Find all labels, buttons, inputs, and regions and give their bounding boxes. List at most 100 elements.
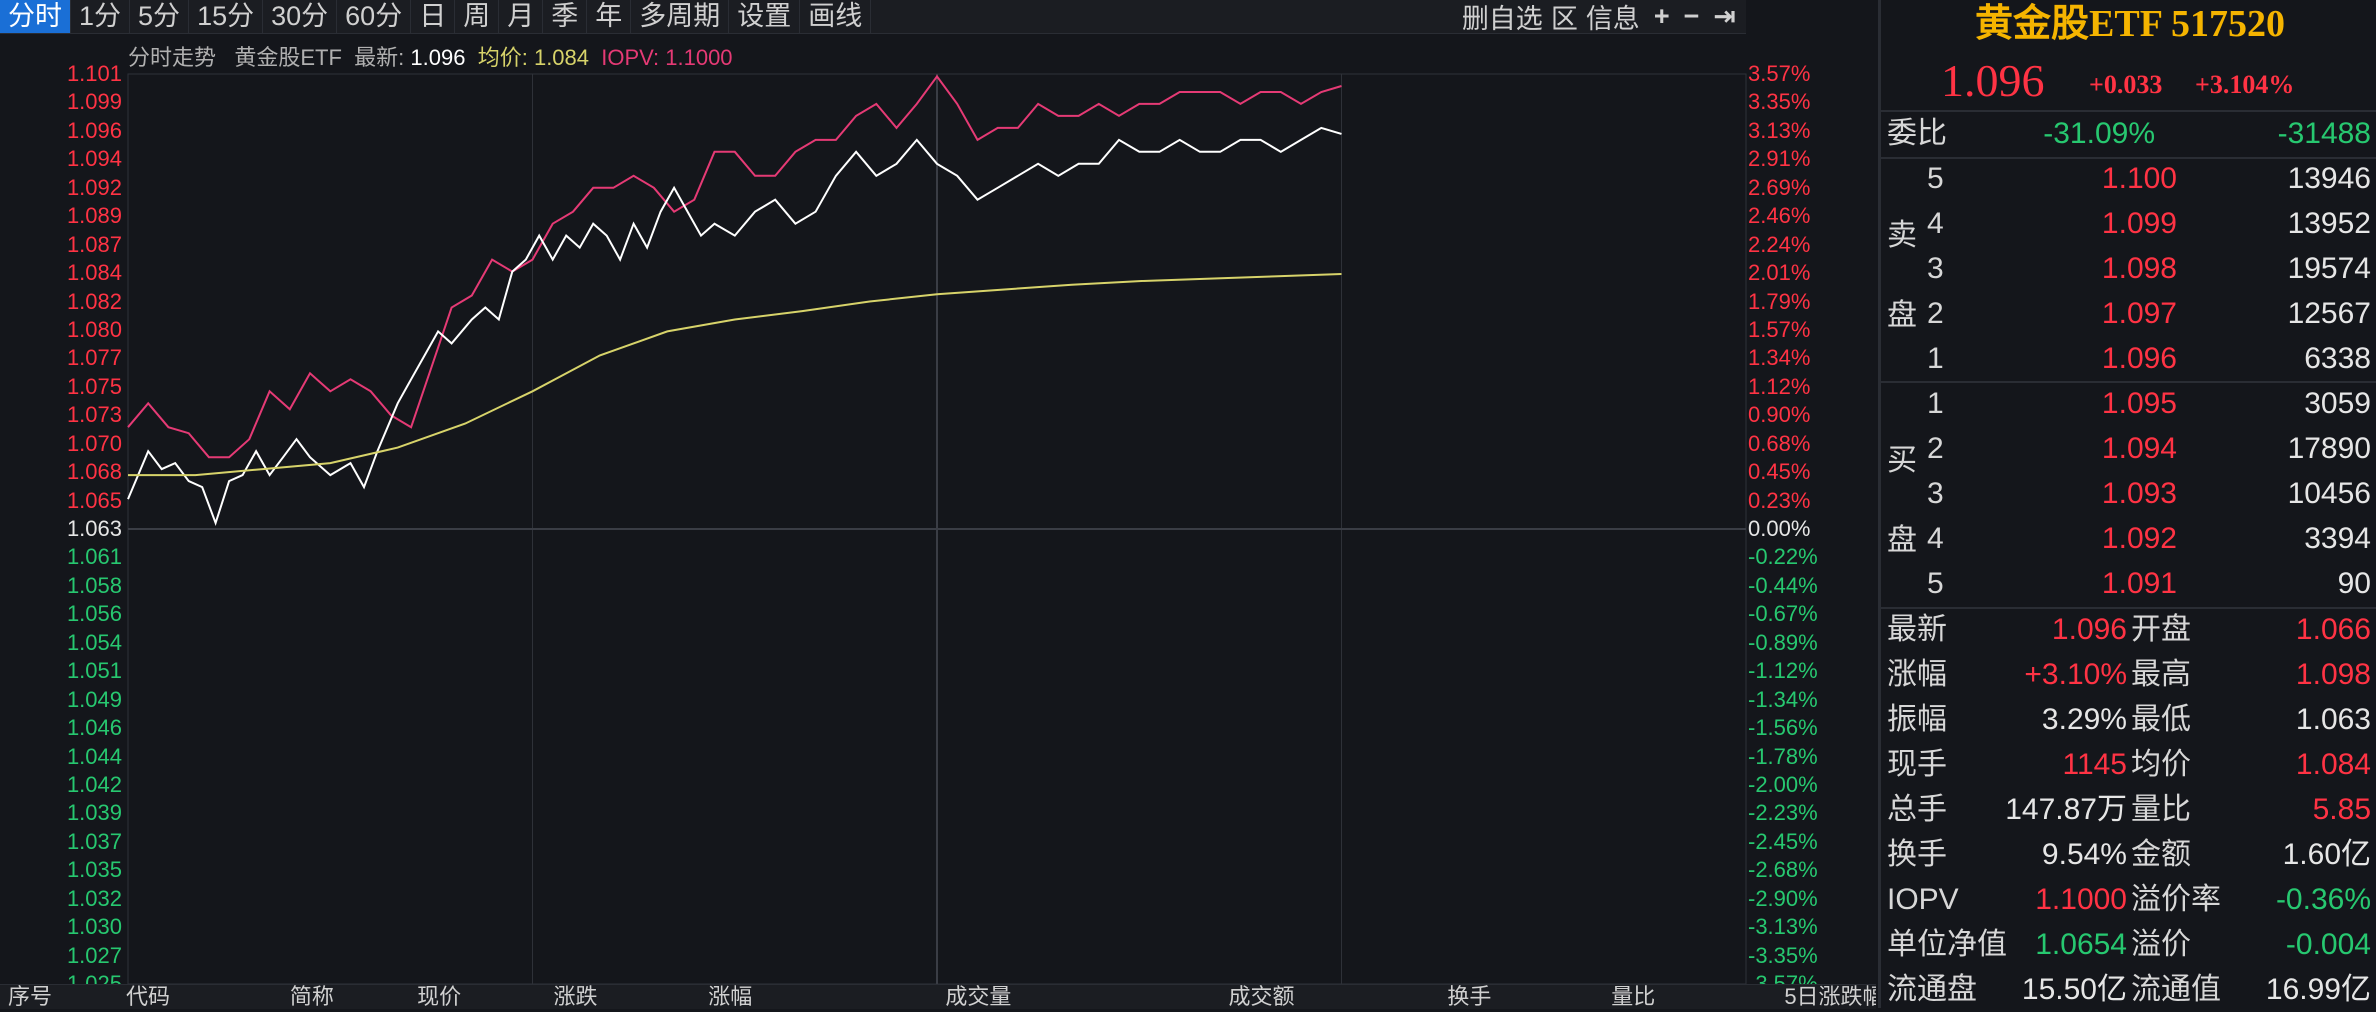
stat-label: 涨幅	[1887, 658, 1947, 691]
bids-level: 5	[1927, 567, 1944, 600]
column-header[interactable]: 换手	[1439, 985, 1603, 1009]
stat-row: 现手 1145 均价 1.084	[1887, 742, 2376, 787]
stat-value: 1.096	[2051, 613, 2127, 646]
tab-6[interactable]: 日	[411, 0, 456, 33]
toolbar-right: 删自选 区 信息 + − ⇥	[1448, 0, 1736, 36]
period-toolbar: 分时 1分 5分 15分 30分 60分日周月季年多周期 设置 画线 删自选 区 信息 + −…	[0, 0, 1746, 34]
column-header[interactable]: 序号	[0, 985, 118, 1009]
stat-label: 金额	[2131, 838, 2191, 871]
stat-value: 15.50亿	[2021, 973, 2127, 1006]
bids-level: 3	[1927, 477, 1944, 510]
tab-0[interactable]: 分时	[0, 0, 71, 33]
column-header[interactable]: 量比	[1603, 985, 1776, 1009]
stat-value: -0.004	[2285, 928, 2371, 961]
chart-frame	[127, 73, 1747, 985]
stat-value: -0.36%	[2275, 883, 2371, 916]
stat-value: 1.60亿	[2282, 838, 2371, 871]
zoom-out-icon[interactable]: −	[1684, 1, 1700, 32]
tab-1[interactable]: 1分	[71, 0, 131, 33]
bids-price: 1.094	[2101, 432, 2177, 465]
asks-row[interactable]: 4 1.099 13952	[1887, 201, 2376, 246]
y-right-tick: 2.46%	[1748, 203, 1811, 229]
y-left-tick: 1.032	[66, 885, 122, 911]
asks-row[interactable]: 5 1.100 13946	[1887, 156, 2376, 201]
y-left-tick: 1.070	[66, 430, 122, 456]
y-left-tick: 1.073	[66, 402, 122, 428]
y-left-tick: 1.030	[66, 914, 122, 940]
bids-row[interactable]: 1 1.095 3059	[1887, 381, 2376, 426]
tab-5[interactable]: 60分	[337, 0, 412, 33]
y-right-tick: 1.57%	[1748, 316, 1811, 342]
column-header[interactable]: 简称	[282, 985, 409, 1009]
y-left-tick: 1.044	[66, 743, 122, 769]
stat-value: 1.066	[2295, 613, 2371, 646]
column-header[interactable]: 5日涨跌幅	[1776, 985, 1876, 1009]
y-left-tick: 1.099	[66, 89, 122, 115]
column-header[interactable]: 涨幅	[700, 985, 937, 1009]
fund-name: 黄金股ETF	[234, 45, 342, 70]
info-button[interactable]: 信息	[1586, 0, 1640, 36]
price-change: +0.033	[2089, 70, 2163, 99]
latest-label: 最新:	[354, 45, 405, 70]
bids-volume: 10456	[2287, 477, 2371, 510]
bids-row[interactable]: 3 1.093 10456	[1887, 471, 2376, 516]
asks-row[interactable]: 3 1.098 19574	[1887, 246, 2376, 291]
zone-button[interactable]: 区	[1551, 0, 1578, 36]
y-right-tick: -0.89%	[1748, 629, 1818, 655]
y-right-tick: 2.69%	[1748, 174, 1811, 200]
stat-value: 1.084	[2295, 748, 2371, 781]
tab-8[interactable]: 月	[499, 0, 544, 33]
stat-label: 最新	[1887, 613, 1947, 646]
column-header[interactable]: 现价	[409, 985, 545, 1009]
quote-panel: 黄金股ETF 517520 1.096 +0.033 +3.104% 委比 -3…	[1878, 0, 2376, 1008]
asks-level: 5	[1927, 162, 1944, 195]
chart-label: 分时走势	[128, 45, 217, 70]
tab-12[interactable]: 设置	[729, 0, 801, 33]
y-left-tick: 1.101	[66, 61, 122, 86]
bids-price: 1.092	[2101, 522, 2177, 555]
asks-price: 1.099	[2101, 207, 2177, 240]
asks-price: 1.096	[2101, 342, 2177, 375]
stat-value: +3.10%	[2024, 658, 2127, 691]
column-header[interactable]: 代码	[118, 985, 282, 1009]
stat-value: 3.29%	[2041, 703, 2127, 736]
bids-row[interactable]: 5 1.091 90	[1887, 561, 2376, 606]
tab-10[interactable]: 年	[587, 0, 632, 33]
y-right-tick: 3.35%	[1748, 89, 1811, 115]
column-header[interactable]: 成交额	[1221, 985, 1440, 1009]
delete-watchlist-button[interactable]: 删自选	[1462, 0, 1543, 36]
bids-row[interactable]: 2 1.094 17890	[1887, 426, 2376, 471]
zoom-in-icon[interactable]: +	[1654, 1, 1670, 32]
tab-4[interactable]: 30分	[263, 0, 338, 33]
collapse-panel-icon[interactable]: ⇥	[1713, 1, 1736, 32]
bids-row[interactable]: 4 1.092 3394	[1887, 516, 2376, 561]
y-right-tick: 0.45%	[1748, 459, 1811, 485]
buy-label: 买	[1887, 444, 1917, 477]
tab-9[interactable]: 季	[543, 0, 588, 33]
stat-label: IOPV	[1887, 883, 1959, 916]
stat-label: 最高	[2131, 658, 2191, 691]
tab-7[interactable]: 周	[455, 0, 500, 33]
tab-13[interactable]: 画线	[800, 0, 872, 33]
y-right-tick: 1.34%	[1748, 345, 1811, 371]
sell-label: 卖	[1887, 219, 1917, 252]
asks-row[interactable]: 2 1.097 12567	[1887, 291, 2376, 336]
y-left-tick: 1.063	[66, 516, 122, 541]
stat-row: 总手 147.87万 量比 5.85	[1887, 787, 2376, 832]
y-left-tick: 1.065	[66, 487, 122, 513]
tab-11[interactable]: 多周期	[631, 0, 730, 33]
y-left-tick: 1.094	[66, 146, 122, 172]
stat-label: 流通盘	[1887, 973, 1977, 1006]
column-header[interactable]: 涨跌	[545, 985, 700, 1009]
asks-row[interactable]: 1 1.096 6338	[1887, 336, 2376, 381]
weibi-label: 委比	[1887, 117, 1947, 150]
stat-row: IOPV 1.1000 溢价率 -0.36%	[1887, 877, 2376, 922]
stat-label: 振幅	[1887, 703, 1947, 736]
tab-3[interactable]: 15分	[189, 0, 264, 33]
avg-value: 1.084	[533, 45, 590, 70]
y-right-tick: 0.00%	[1748, 516, 1811, 541]
asks-level: 4	[1927, 207, 1944, 240]
tab-2[interactable]: 5分	[130, 0, 190, 33]
column-header[interactable]: 成交量	[937, 985, 1220, 1009]
price-quote: 1.096 +0.033 +3.104%	[1881, 50, 2376, 106]
